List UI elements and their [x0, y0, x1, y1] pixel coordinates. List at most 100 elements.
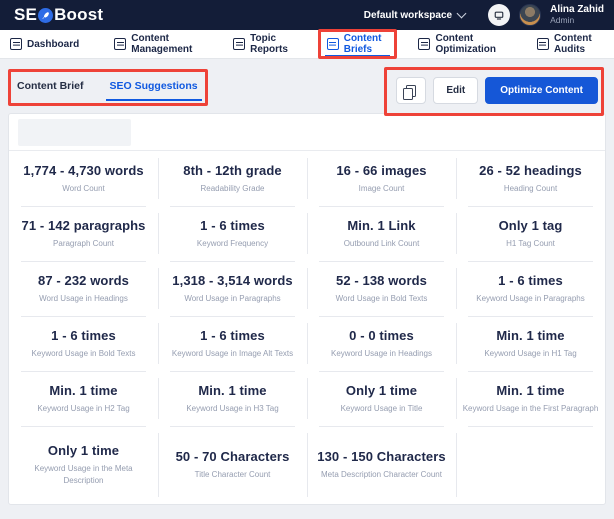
metric-value: 52 - 138 words [336, 272, 427, 288]
metric-label: Keyword Usage in Paragraphs [476, 293, 585, 303]
metric-cell: 8th - 12th grade Readability Grade [158, 151, 307, 206]
metric-label: Image Count [358, 183, 405, 193]
metric-value: Only 1 tag [498, 217, 563, 233]
nav-item-label: Topic Reports [250, 33, 288, 55]
main-nav: Dashboard Content Management Topic Reports… [0, 29, 614, 59]
metric-value: 26 - 52 headings [479, 162, 582, 178]
metric-label: Title Character Count [194, 470, 271, 479]
active-tab-underline [324, 55, 391, 57]
metric-value: 1 - 6 times [498, 272, 563, 288]
metric-label: Keyword Usage in H2 Tag [37, 403, 130, 413]
copy-icon [403, 84, 417, 100]
metric-label: Outbound Link Count [343, 238, 420, 248]
redacted-title-placeholder [18, 119, 131, 146]
metric-value: 1,774 - 4,730 words [23, 162, 144, 178]
dashboard-icon [10, 38, 22, 50]
metric-cell: Min. 1 Link Outbound Link Count [307, 206, 456, 261]
nav-item-content-management[interactable]: Content Management [114, 30, 203, 58]
actions-group: Edit Optimize Content [384, 67, 604, 116]
metric-cell: 130 - 150 Characters Meta Description Cha… [307, 426, 456, 504]
metric-cell: 1,318 - 3,514 words Word Usage in Paragra… [158, 261, 307, 316]
content-briefs-icon [326, 38, 339, 50]
metric-cell: 1 - 6 times Keyword Usage in Paragraphs [456, 261, 605, 316]
nav-item-content-audits[interactable]: Content Audits [536, 30, 604, 58]
card-header [9, 114, 605, 151]
metric-label: Heading Count [503, 183, 558, 193]
metric-cell: 71 - 142 paragraphs Paragraph Count [9, 206, 158, 261]
metric-value: 50 - 70 Characters [175, 449, 290, 464]
metric-value: 0 - 0 times [349, 327, 414, 343]
logo-text-suffix: Boost [54, 5, 104, 24]
nav-item-label: Content Briefs [343, 33, 382, 55]
metric-cell: Min. 1 time Keyword Usage in the First Pa… [456, 371, 605, 426]
metrics-grid: 1,774 - 4,730 words Word Count 8th - 12th … [9, 151, 605, 504]
metric-value: 8th - 12th grade [183, 162, 282, 178]
empty-cell [456, 426, 605, 504]
nav-item-content-briefs[interactable]: Content Briefs [317, 29, 398, 59]
user-role: Admin [550, 14, 575, 25]
workspace-label: Default workspace [363, 9, 453, 21]
content-audits-icon [536, 38, 549, 50]
metric-cell: 0 - 0 times Keyword Usage in Headings [307, 316, 456, 371]
metric-cell: Only 1 time Keyword Usage in Title [307, 371, 456, 426]
tab-content-brief[interactable]: Content Brief [17, 80, 84, 101]
metric-label: Word Usage in Paragraphs [184, 293, 281, 303]
nav-item-content-optimization[interactable]: Content Optimization [418, 30, 506, 58]
nav-item-dashboard[interactable]: Dashboard [10, 30, 84, 58]
metric-value: Min. 1 Link [347, 217, 416, 233]
tab-seo-suggestions[interactable]: SEO Suggestions [105, 80, 202, 101]
metric-label: Keyword Usage in Title [340, 403, 423, 413]
metric-cell: Min. 1 time Keyword Usage in H2 Tag [9, 371, 158, 426]
nav-item-topic-reports[interactable]: Topic Reports [233, 30, 297, 58]
rocket-logo-icon [38, 7, 54, 23]
metric-cell: Min. 1 time Keyword Usage in H1 Tag [456, 316, 605, 371]
optimize-content-button[interactable]: Optimize Content [485, 77, 598, 104]
content-management-icon [114, 38, 127, 50]
metric-label: Keyword Usage in H3 Tag [186, 403, 279, 413]
metric-value: Min. 1 time [198, 382, 267, 398]
metric-label: Keyword Usage in Image Alt Texts [171, 348, 294, 358]
metric-value: 1,318 - 3,514 words [172, 272, 293, 288]
metric-value: 71 - 142 paragraphs [21, 217, 146, 233]
copy-button[interactable] [396, 77, 427, 104]
nav-item-label: Content Optimization [435, 33, 497, 55]
metric-label: Word Usage in Bold Texts [335, 293, 428, 303]
metric-cell: 87 - 232 words Word Usage in Headings [9, 261, 158, 316]
metric-label: Paragraph Count [53, 238, 114, 248]
metric-cell: Only 1 tag H1 Tag Count [456, 206, 605, 261]
metric-label: Word Usage in Headings [39, 293, 128, 303]
nav-item-label: Content Management [131, 33, 193, 55]
metric-cell: 26 - 52 headings Heading Count [456, 151, 605, 206]
edit-button[interactable]: Edit [433, 77, 479, 104]
logo-text-prefix: SE [14, 5, 38, 24]
metric-cell: Min. 1 time Keyword Usage in H3 Tag [158, 371, 307, 426]
metric-label: Keyword Usage in the Meta Description [34, 464, 133, 485]
content-optimization-icon [418, 38, 431, 50]
display-mode-button[interactable] [488, 4, 511, 26]
metric-cell: Only 1 time Keyword Usage in the Meta Des… [9, 426, 158, 504]
metric-value: Only 1 time [47, 443, 120, 458]
seoboost-logo: SE Boost [14, 5, 103, 25]
workspace-selector[interactable]: Default workspace [363, 8, 467, 21]
top-header: SE Boost Default workspace Alina Zahid Ad… [0, 0, 614, 30]
metric-label: Keyword Usage in H1 Tag [484, 348, 577, 358]
metric-cell: 16 - 66 images Image Count [307, 151, 456, 206]
metric-cell: 52 - 138 words Word Usage in Bold Texts [307, 261, 456, 316]
metric-label: Keyword Usage in the First Paragraph [462, 403, 599, 413]
metric-cell: 1,774 - 4,730 words Word Count [9, 151, 158, 206]
seo-suggestions-card: 1,774 - 4,730 words Word Count 8th - 12th … [8, 113, 606, 505]
user-avatar[interactable] [519, 4, 542, 26]
nav-item-label: Dashboard [27, 38, 80, 50]
metric-value: 87 - 232 words [38, 272, 129, 288]
metric-value: 1 - 6 times [51, 327, 116, 343]
metric-value: 1 - 6 times [200, 327, 265, 343]
metric-value: 1 - 6 times [200, 217, 265, 233]
brief-tabs-group: Content Brief SEO Suggestions [8, 69, 208, 106]
metric-cell: 1 - 6 times Keyword Frequency [158, 206, 307, 261]
metric-value: 130 - 150 Characters [317, 449, 446, 464]
metric-label: Meta Description Character Count [321, 470, 442, 479]
sub-header-row: Content Brief SEO Suggestions Edit Optim… [0, 59, 614, 116]
chevron-down-icon [456, 8, 467, 19]
metric-value: Min. 1 time [49, 382, 118, 398]
topic-reports-icon [233, 38, 246, 50]
